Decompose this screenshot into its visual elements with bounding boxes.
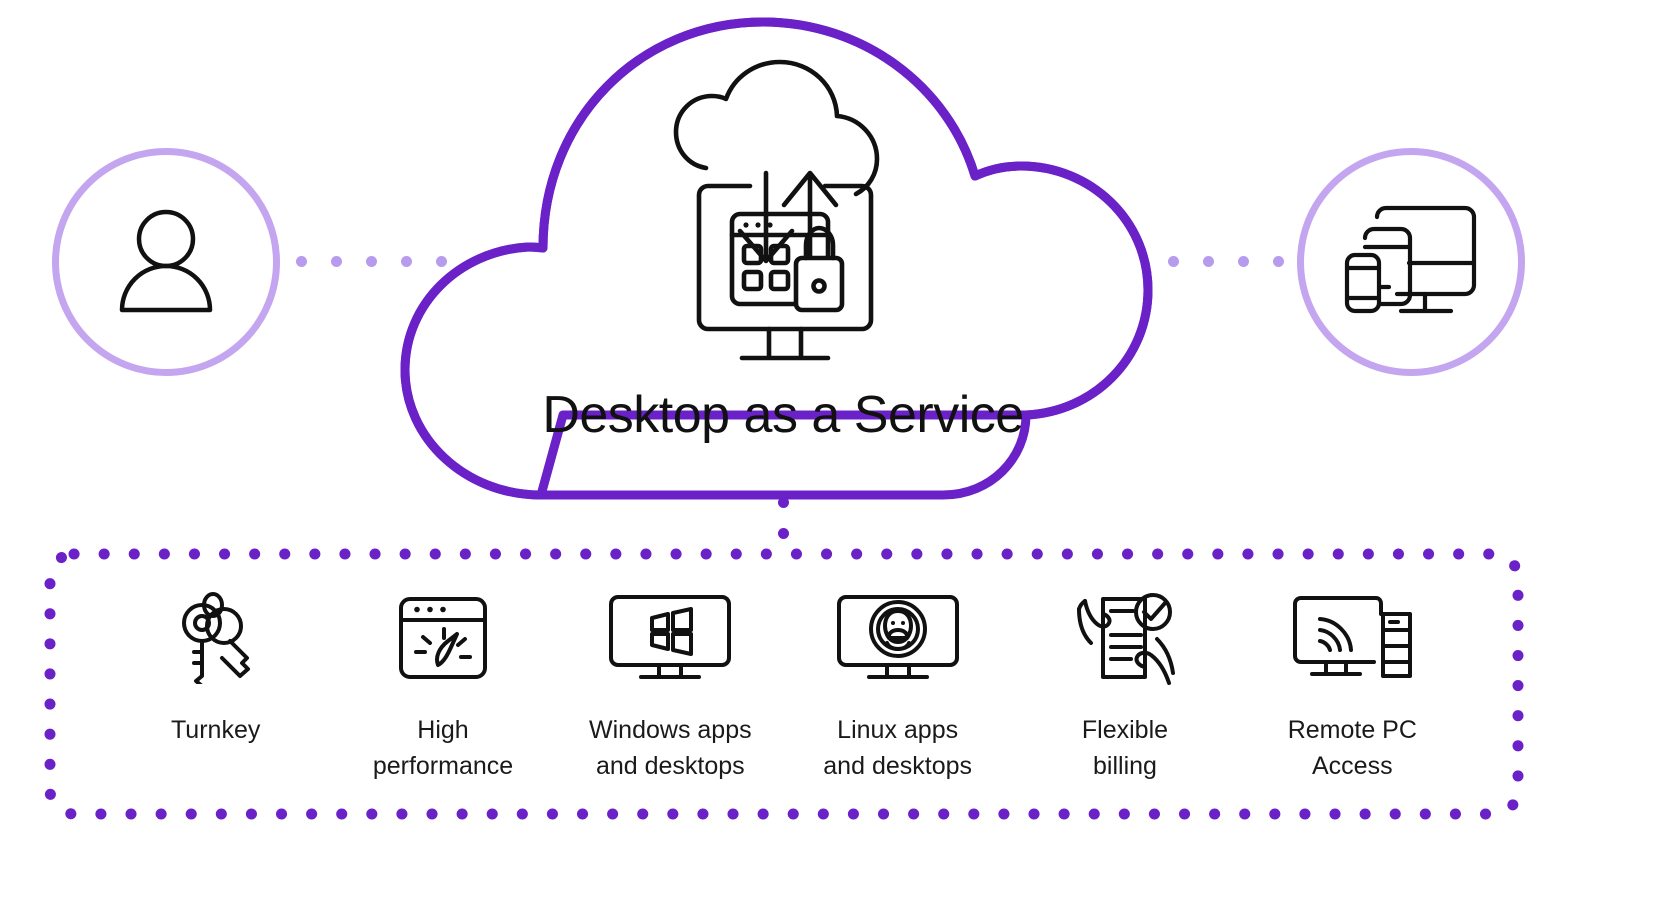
feature-turnkey: Turnkey <box>102 590 329 748</box>
feature-label: Windows apps and desktops <box>589 716 752 781</box>
connector-dot <box>296 256 307 267</box>
user-node <box>52 148 280 376</box>
monitor-wifi-server-icon <box>1290 590 1414 686</box>
connector-dot <box>1238 256 1249 267</box>
feature-label: High performance <box>372 716 514 781</box>
connector-dot <box>1273 256 1284 267</box>
feature-label: Remote PC Access <box>1287 716 1417 781</box>
connector-dot <box>366 256 377 267</box>
linux-penguin-monitor-icon <box>835 590 961 686</box>
speedometer-window-icon <box>397 590 489 686</box>
feature-label: Linux apps and desktops <box>823 716 972 781</box>
feature-windows-apps: Windows apps and desktops <box>557 590 784 785</box>
feature-flexible-billing: Flexible billing <box>1011 590 1238 785</box>
connector-dot <box>331 256 342 267</box>
cloud-title: Desktop as a Service <box>542 386 1024 444</box>
windows-monitor-icon <box>607 590 733 686</box>
keys-icon <box>170 590 262 686</box>
connector-dot <box>1203 256 1214 267</box>
multi-device-icon <box>1341 201 1481 323</box>
connector-dot <box>778 528 789 539</box>
connector-vertical <box>778 497 789 539</box>
connector-dot <box>778 497 789 508</box>
feature-label: Flexible billing <box>1081 716 1169 781</box>
feature-linux-apps: Linux apps and desktops <box>784 590 1011 785</box>
devices-node <box>1297 148 1525 376</box>
feature-label: Turnkey <box>170 716 261 744</box>
cloud-sync-desktop-lock-icon <box>670 55 900 375</box>
feature-remote-pc-access: Remote PC Access <box>1239 590 1466 785</box>
user-icon <box>101 197 231 327</box>
invoice-check-hands-icon <box>1073 590 1177 686</box>
feature-high-performance: High performance <box>329 590 556 785</box>
diagram-canvas: Desktop as a Service Turnkey High perfor… <box>0 0 1672 899</box>
features-panel: Turnkey High performance Windows apps an… <box>44 548 1524 820</box>
connector-dot <box>1168 256 1179 267</box>
